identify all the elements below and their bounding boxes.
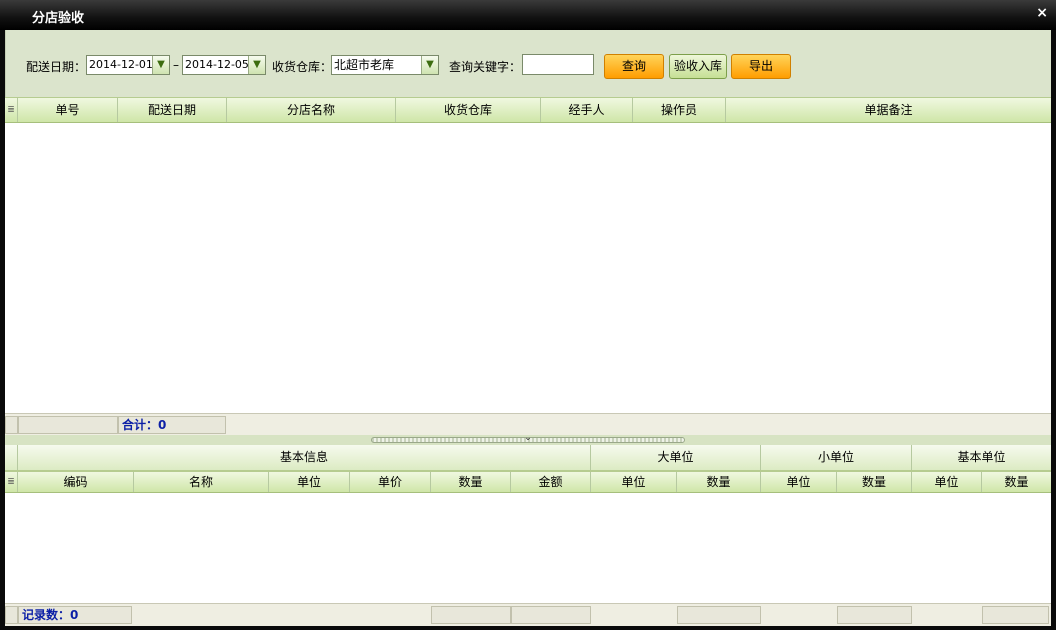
window-title: 分店验收 — [32, 11, 85, 26]
dialog-window: 分店验收 × 配送日期： 2014-12-01 ▼ – 2014-12-05 ▼… — [0, 0, 1056, 630]
column-header[interactable]: 操作员 — [633, 98, 726, 122]
footer-cell — [431, 606, 511, 624]
receipt-list-grid: ≣ 单号 配送日期 分店名称 收货仓库 经手人 操作员 单据备注 合计：0 — [5, 97, 1051, 435]
column-header[interactable]: 名称 — [134, 472, 269, 492]
column-header[interactable]: 金额 — [511, 472, 591, 492]
footer-cell — [5, 606, 18, 624]
warehouse-select[interactable]: 北超市老库 ▼ — [331, 55, 439, 75]
group-basic-info: 基本信息 — [18, 445, 591, 470]
keyword-input[interactable] — [522, 54, 594, 75]
date-label: 配送日期： — [26, 60, 87, 74]
export-button[interactable]: 导出 — [731, 54, 791, 79]
column-header[interactable]: 数量 — [837, 472, 912, 492]
warehouse-label: 收货仓库： — [272, 60, 333, 74]
chevron-down-icon[interactable]: ▼ — [421, 56, 438, 74]
date-from-value: 2014-12-01 — [89, 58, 153, 71]
group-spacer — [5, 445, 18, 470]
group-small-unit: 小单位 — [761, 445, 912, 470]
close-icon[interactable]: × — [1036, 5, 1048, 21]
footer-cell — [982, 606, 1049, 624]
footer-cell — [5, 416, 18, 434]
grid-footer: 记录数：0 — [5, 603, 1051, 626]
chevron-down-icon[interactable]: ▼ — [152, 56, 169, 74]
grid-header: ≣ 编码 名称 单位 单价 数量 金额 单位 数量 单位 数量 单位 数量 — [5, 471, 1051, 493]
group-base-unit: 基本单位 — [957, 450, 1006, 464]
column-header[interactable]: 单位 — [912, 472, 982, 492]
column-header[interactable]: 配送日期 — [118, 98, 227, 122]
footer-cell — [511, 606, 591, 624]
column-header[interactable]: 收货仓库 — [396, 98, 541, 122]
grid-footer: 合计：0 — [5, 413, 1051, 435]
column-group-header: 基本信息 大单位 小单位 基本单位 — [5, 445, 1051, 471]
query-button[interactable]: 查询 — [604, 54, 664, 79]
footer-cell — [677, 606, 761, 624]
accept-into-stock-button[interactable]: 验收入库 — [669, 54, 727, 79]
date-separator: – — [173, 58, 179, 72]
footer-cell — [837, 606, 912, 624]
column-header[interactable]: 编码 — [18, 472, 134, 492]
column-header[interactable]: 单位 — [269, 472, 350, 492]
warehouse-value: 北超市老库 — [334, 58, 395, 72]
keyword-label: 查询关键字： — [449, 60, 522, 74]
grid-header: ≣ 单号 配送日期 分店名称 收货仓库 经手人 操作员 单据备注 — [5, 97, 1051, 123]
collapse-arrow-icon[interactable]: ⌄ — [521, 433, 535, 443]
column-header[interactable]: 数量 — [431, 472, 511, 492]
column-header[interactable]: 分店名称 — [227, 98, 396, 122]
column-header[interactable]: 单号 — [18, 98, 118, 122]
item-detail-grid: 基本信息 大单位 小单位 基本单位 ≣ 编码 名称 单位 单价 数量 金额 单位… — [5, 445, 1051, 626]
panel-splitter[interactable]: ⌄ — [5, 433, 1051, 445]
date-to-value: 2014-12-05 — [185, 58, 249, 71]
footer-cell — [18, 416, 118, 434]
date-to-picker[interactable]: 2014-12-05 ▼ — [182, 55, 266, 75]
column-header[interactable]: 单据备注 — [726, 98, 1051, 122]
column-header[interactable]: 单位 — [591, 472, 677, 492]
column-selector-icon[interactable]: ≣ — [5, 98, 18, 122]
filter-toolbar: 配送日期： 2014-12-01 ▼ – 2014-12-05 ▼ 收货仓库： … — [5, 30, 1051, 97]
column-header[interactable]: 数量 — [982, 472, 1051, 492]
chevron-down-icon[interactable]: ▼ — [248, 56, 265, 74]
column-selector-icon[interactable]: ≣ — [5, 472, 18, 492]
total-count: 合计：0 — [118, 416, 226, 434]
record-count: 记录数：0 — [18, 606, 132, 624]
column-header[interactable]: 数量 — [677, 472, 761, 492]
column-header[interactable]: 单位 — [761, 472, 837, 492]
title-bar: 分店验收 × — [0, 0, 1056, 30]
date-from-picker[interactable]: 2014-12-01 ▼ — [86, 55, 170, 75]
group-large-unit: 大单位 — [591, 445, 761, 470]
column-header[interactable]: 单价 — [350, 472, 431, 492]
column-header[interactable]: 经手人 — [541, 98, 633, 122]
